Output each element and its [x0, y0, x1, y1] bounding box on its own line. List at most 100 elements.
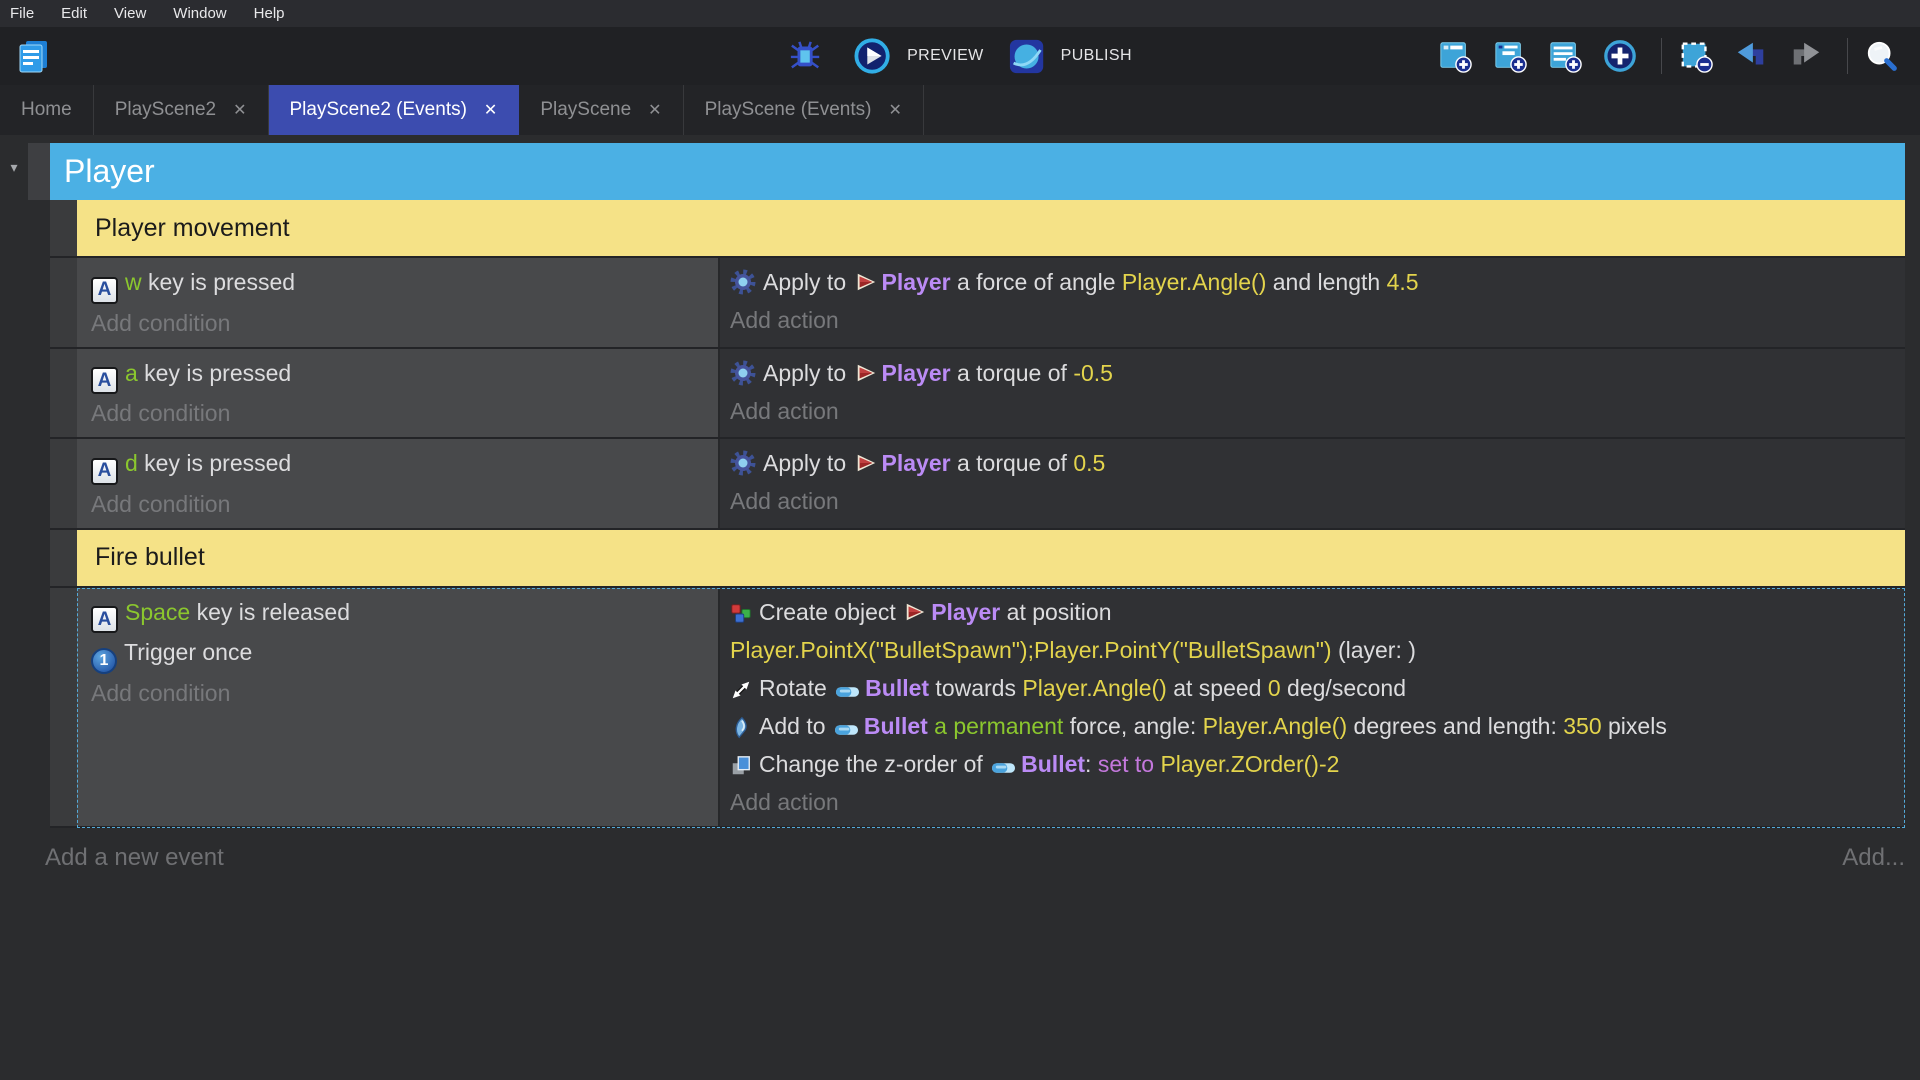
keyboard-key-icon: A: [91, 606, 118, 633]
group-header[interactable]: Fire bullet: [77, 529, 1905, 588]
event-line[interactable]: Rotate Bullet towards Player.Angle() at …: [730, 669, 1897, 707]
debug-button[interactable]: [786, 37, 831, 75]
event-line[interactable]: Player.PointX("BulletSpawn");Player.Poin…: [730, 631, 1897, 669]
add-condition-link[interactable]: Add condition: [91, 485, 710, 523]
add-action-link[interactable]: Add action: [730, 392, 1897, 430]
text-segment: d: [125, 450, 138, 476]
tab-close-icon[interactable]: ✕: [888, 102, 901, 119]
redo-button[interactable]: [1787, 37, 1832, 75]
player-object-icon: [855, 452, 877, 474]
event-line[interactable]: Aw key is pressed: [91, 263, 710, 304]
event-rail[interactable]: [50, 587, 77, 828]
event-line[interactable]: Change the z-order of Bullet: set to Pla…: [730, 745, 1897, 783]
text-segment: Player.PointX("BulletSpawn");Player.Poin…: [730, 636, 1332, 663]
event-rail[interactable]: [50, 348, 77, 439]
event-line[interactable]: Apply to Player a torque of 0.5: [730, 444, 1897, 482]
event-line[interactable]: Apply to Player a torque of -0.5: [730, 354, 1897, 392]
conditions-cell[interactable]: A Space key is released 1 Trigger once Add c…: [77, 587, 720, 826]
chevron-down-icon[interactable]: ▾: [0, 143, 28, 200]
preview-button[interactable]: PREVIEW: [851, 35, 986, 77]
add-circle-button[interactable]: [1601, 37, 1646, 75]
add-comment-icon: [1548, 39, 1582, 73]
publish-button[interactable]: PUBLISH: [1006, 36, 1134, 77]
add-action-link[interactable]: Add action: [730, 482, 1897, 520]
event-rail[interactable]: [50, 200, 77, 258]
event-line[interactable]: Create object Player at position: [730, 593, 1897, 631]
tab-label: PlayScene (Events): [704, 99, 872, 120]
player-object-icon: [904, 601, 926, 623]
player-object-icon: [855, 271, 877, 293]
event-line[interactable]: Apply to Player a force of angle Player.…: [730, 263, 1897, 301]
actions-cell[interactable]: Apply to Player a torque of 0.5 Add actio…: [720, 439, 1905, 528]
toolbar: PREVIEW PUBLISH: [0, 27, 1920, 85]
add-comment-button[interactable]: [1546, 37, 1591, 75]
text-segment: Trigger once: [124, 639, 253, 665]
tab[interactable]: PlayScene (Events) ✕: [684, 85, 924, 135]
physics-force-icon: [730, 360, 756, 386]
menu-edit[interactable]: Edit: [61, 5, 87, 22]
event-line[interactable]: 1 Trigger once: [91, 633, 710, 674]
actions-cell[interactable]: Apply to Player a force of angle Player.…: [720, 258, 1905, 347]
scene-group-header[interactable]: Player: [50, 143, 1905, 200]
add-more-link[interactable]: Add...: [1842, 844, 1905, 872]
event-row: A Space key is released 1 Trigger once Add c…: [50, 587, 1905, 828]
text-segment: Player.ZOrder()-2: [1160, 750, 1340, 777]
event-rail[interactable]: [50, 529, 77, 588]
add-action-link[interactable]: Add action: [730, 301, 1897, 339]
text-segment: deg/second: [1280, 674, 1406, 701]
player-object-icon: [855, 362, 877, 384]
add-condition-link[interactable]: Add condition: [91, 304, 710, 342]
bullet-object-icon: [835, 685, 860, 699]
text-segment: force, angle:: [1063, 712, 1203, 739]
event-line[interactable]: Add to Bullet a permanent force, angle: …: [730, 707, 1897, 745]
add-condition-link[interactable]: Add condition: [91, 394, 710, 432]
text-segment: Rotate: [759, 674, 834, 701]
add-event-button[interactable]: [1436, 37, 1481, 75]
tab-close-icon[interactable]: ✕: [648, 102, 661, 119]
tab[interactable]: Home: [0, 85, 94, 135]
redo-icon: [1789, 39, 1823, 73]
add-condition-link[interactable]: Add condition: [91, 674, 710, 712]
tab[interactable]: PlayScene ✕: [519, 85, 684, 135]
text-segment: Player.Angle(): [1121, 269, 1267, 295]
conditions-cell[interactable]: Aa key is pressed Add condition: [77, 348, 720, 437]
event-rail[interactable]: [50, 258, 77, 349]
tab[interactable]: PlayScene2 (Events) ✕: [268, 85, 520, 135]
menu-window[interactable]: Window: [173, 5, 226, 22]
text-segment: Player.Angle(): [1022, 674, 1167, 701]
tab[interactable]: PlayScene2 ✕: [94, 85, 269, 135]
event-line[interactable]: Aa key is pressed: [91, 354, 710, 394]
add-subevent-button[interactable]: [1491, 37, 1536, 75]
menu-help[interactable]: Help: [254, 5, 285, 22]
actions-cell[interactable]: Apply to Player a torque of -0.5 Add acti…: [720, 348, 1905, 437]
project-manager-icon: [15, 38, 51, 74]
menu-view[interactable]: View: [114, 5, 146, 22]
tab-close-icon[interactable]: ✕: [484, 102, 497, 119]
search-button[interactable]: [1863, 37, 1908, 75]
group-header[interactable]: Player movement: [77, 200, 1905, 258]
keyboard-key-icon: A: [91, 276, 118, 304]
tab-close-icon[interactable]: ✕: [233, 102, 246, 119]
project-manager-button[interactable]: [13, 36, 60, 76]
conditions-cell[interactable]: Aw key is pressed Add condition: [77, 258, 720, 347]
text-segment: key is pressed: [137, 450, 292, 476]
add-new-event-link[interactable]: Add a new event: [45, 844, 224, 872]
event-line[interactable]: Ad key is pressed: [91, 444, 710, 485]
event-rail[interactable]: [50, 439, 77, 530]
publish-label: PUBLISH: [1060, 47, 1132, 64]
scene-group-title: Player: [64, 153, 155, 189]
delete-selection-button[interactable]: [1677, 37, 1722, 75]
undo-button[interactable]: [1732, 37, 1777, 75]
tab-label: PlayScene: [540, 99, 632, 120]
text-segment: and length: [1266, 269, 1387, 295]
event-body: Aw key is pressed Add condition Apply to …: [77, 258, 1905, 349]
conditions-cell[interactable]: Ad key is pressed Add condition: [77, 439, 720, 528]
events-footer: Add a new event Add...: [0, 828, 1920, 872]
actions-cell[interactable]: Create object Player at position Player.P…: [720, 587, 1905, 826]
event-line[interactable]: A Space key is released: [91, 593, 710, 633]
text-segment: a permanent: [927, 712, 1064, 739]
add-action-link[interactable]: Add action: [730, 783, 1897, 821]
fold-strip: [28, 143, 50, 200]
menu-file[interactable]: File: [10, 5, 34, 22]
text-segment: :: [1085, 750, 1098, 777]
